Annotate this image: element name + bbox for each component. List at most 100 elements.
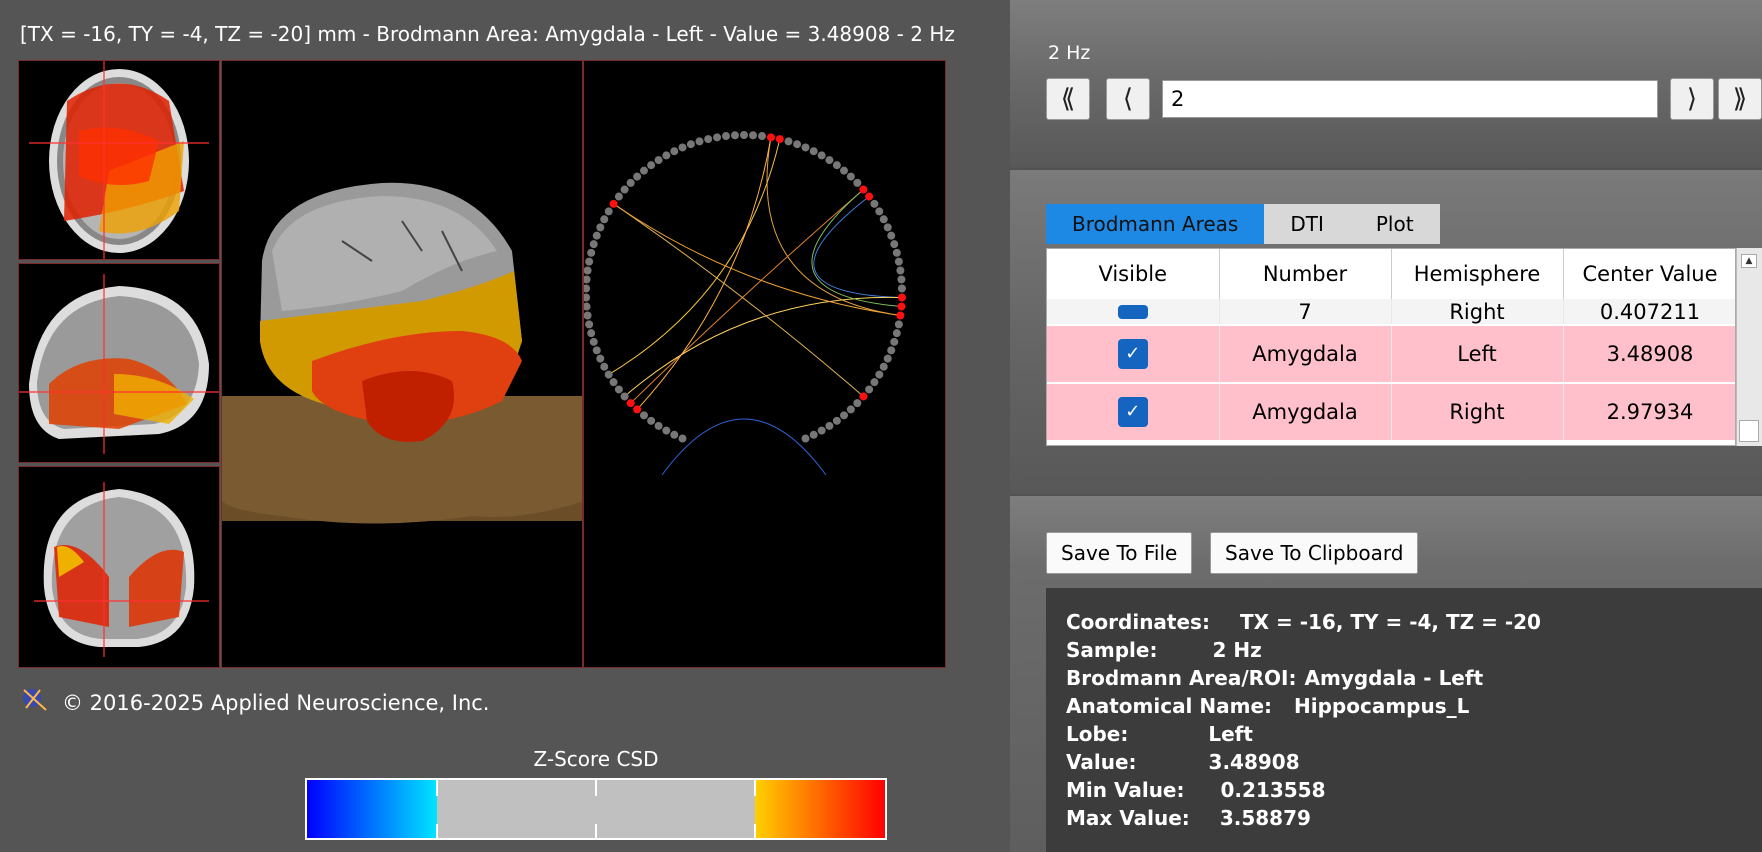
brodmann-table-panel: Brodmann Areas DTI Plot Visible Number H…: [1010, 170, 1762, 494]
region-node: [883, 354, 892, 363]
region-node: [865, 385, 874, 394]
region-node: [585, 257, 594, 266]
region-node: [758, 132, 767, 141]
region-node: [620, 185, 629, 194]
frequency-input[interactable]: [1162, 80, 1658, 118]
region-node: [890, 240, 899, 249]
region-node: [647, 161, 656, 170]
visible-checkbox[interactable]: [1117, 305, 1148, 319]
last-frequency-button[interactable]: ⟫: [1718, 78, 1762, 120]
region-node: [859, 185, 868, 194]
region-node: [662, 151, 671, 160]
connection-arc: [624, 296, 902, 397]
region-node: [825, 156, 834, 165]
next-frequency-button[interactable]: ⟩: [1670, 78, 1714, 120]
brain-3d-view[interactable]: [221, 60, 583, 668]
region-node: [892, 329, 901, 338]
double-chevron-right-icon: ⟫: [1732, 84, 1748, 114]
info-anatomical-name: Anatomical Name: Hippocampus_L: [1066, 694, 1470, 718]
cell-center-value: 3.48908: [1563, 325, 1735, 384]
cell-hemisphere: Right: [1391, 383, 1564, 442]
region-node: [859, 392, 868, 401]
region-node: [670, 147, 679, 156]
region-node: [840, 411, 849, 420]
coronal-slice-view[interactable]: [18, 466, 220, 668]
tab-dti[interactable]: DTI: [1264, 204, 1350, 244]
region-node: [670, 430, 679, 439]
cell-hemisphere: Left: [1391, 325, 1564, 384]
region-node: [846, 405, 855, 414]
region-node: [846, 172, 855, 181]
region-node: [740, 131, 748, 139]
region-node: [801, 434, 810, 443]
region-node: [584, 266, 592, 275]
axial-slice-image: [29, 61, 209, 259]
column-header-center-value[interactable]: Center Value: [1563, 249, 1735, 299]
region-node: [865, 192, 874, 201]
region-node: [809, 430, 818, 439]
info-min-value: Min Value: 0.213558: [1066, 778, 1326, 802]
region-node: [890, 337, 899, 346]
region-node: [853, 399, 862, 408]
cell-center-value: 0.407211: [1563, 299, 1735, 326]
region-node: [879, 362, 888, 371]
sagittal-slice-view[interactable]: [18, 263, 220, 463]
region-node: [620, 392, 629, 401]
column-header-visible[interactable]: Visible: [1047, 249, 1220, 299]
save-to-clipboard-button[interactable]: Save To Clipboard: [1210, 532, 1419, 574]
region-node: [587, 329, 596, 338]
region-node: [654, 421, 663, 430]
region-node: [695, 137, 704, 146]
connection-arc: [661, 418, 827, 476]
info-lobe: Lobe: Left: [1066, 722, 1253, 746]
copyright-text: © 2016-2025 Applied Neuroscience, Inc.: [62, 690, 490, 715]
cell-number: Amygdala: [1219, 325, 1392, 384]
region-node: [585, 320, 594, 329]
table-row[interactable]: ✓ Amygdala Left 3.48908: [1047, 325, 1735, 384]
region-node: [817, 151, 826, 160]
region-node: [584, 293, 591, 302]
region-node: [897, 284, 906, 293]
region-node: [647, 416, 656, 425]
region-node: [596, 354, 605, 363]
connection-arc: [630, 189, 864, 404]
region-node: [809, 147, 818, 156]
region-node: [892, 248, 901, 257]
region-node: [870, 199, 879, 208]
region-node: [592, 231, 601, 240]
column-header-number[interactable]: Number: [1219, 249, 1392, 299]
prev-frequency-button[interactable]: ⟨: [1106, 78, 1150, 120]
connectivity-circle-view[interactable]: [583, 60, 946, 668]
region-node: [766, 133, 775, 142]
visible-checkbox[interactable]: ✓: [1117, 339, 1148, 369]
region-node: [639, 166, 648, 175]
info-max-value: Max Value: 3.58879: [1066, 806, 1311, 830]
frequency-panel: 2 Hz ⟪ ⟨ ⟩ ⟫: [1010, 0, 1762, 168]
region-node: [793, 140, 802, 149]
table-row[interactable]: 7 Right 0.407211: [1047, 299, 1735, 326]
table-scrollbar[interactable]: ▲: [1736, 248, 1762, 446]
region-node: [887, 231, 896, 240]
tab-brodmann-areas[interactable]: Brodmann Areas: [1046, 204, 1265, 244]
visible-checkbox[interactable]: ✓: [1117, 397, 1148, 427]
connection-arc: [813, 196, 902, 299]
brodmann-table: Visible Number Hemisphere Center Value 7…: [1046, 248, 1736, 446]
region-node: [704, 135, 713, 144]
scroll-up-icon[interactable]: ▲: [1741, 254, 1757, 268]
region-node: [589, 337, 598, 346]
coronal-slice-image: [34, 482, 209, 657]
tab-plot[interactable]: Plot: [1350, 204, 1440, 244]
scrollbar-thumb[interactable]: [1739, 420, 1759, 442]
save-to-file-button[interactable]: Save To File: [1046, 532, 1193, 574]
column-header-hemisphere[interactable]: Hemisphere: [1391, 249, 1564, 299]
region-node: [883, 223, 892, 232]
frequency-label: 2 Hz: [1048, 42, 1091, 64]
checkmark-icon: ✓: [1125, 401, 1141, 422]
axial-slice-view[interactable]: [18, 60, 220, 260]
region-node: [730, 131, 739, 140]
colorbar-title: Z-Score CSD: [533, 747, 659, 771]
table-row[interactable]: ✓ Amygdala Right 2.97934: [1047, 383, 1735, 442]
region-node: [609, 199, 618, 208]
first-frequency-button[interactable]: ⟪: [1046, 78, 1090, 120]
region-node: [589, 240, 598, 249]
